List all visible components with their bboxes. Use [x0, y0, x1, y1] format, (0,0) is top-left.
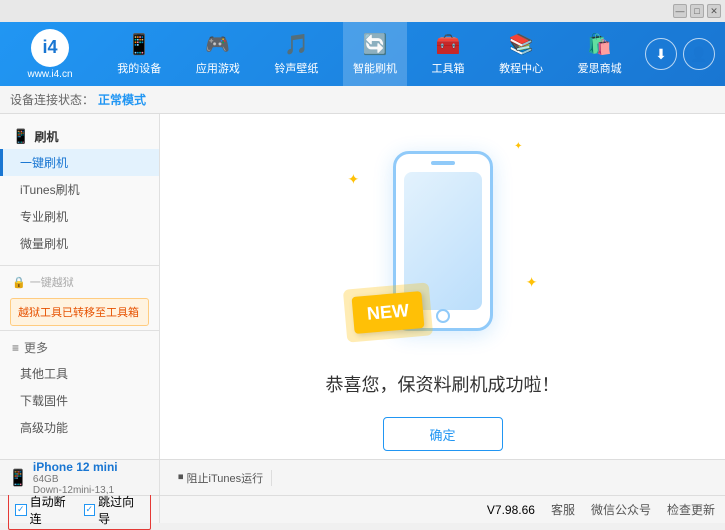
nav-label-toolbox: 工具箱	[432, 60, 465, 76]
auto-connect-checkbox[interactable]: 自动断连	[15, 493, 76, 527]
phone-speaker	[431, 161, 455, 165]
stop-itunes-btn[interactable]: ⏹ 阻止iTunes运行	[170, 470, 272, 486]
flash-icon: 📱	[12, 128, 29, 145]
auto-connect-label: 自动断连	[30, 493, 76, 527]
confirm-button[interactable]: 确定	[383, 417, 503, 451]
nav-item-shop[interactable]: 🛍️ 爱思商城	[568, 22, 632, 86]
nav-item-apps-games[interactable]: 🎮 应用游戏	[186, 22, 250, 86]
nav-item-smart-flash[interactable]: 🔄 智能刷机	[343, 22, 407, 86]
nav-label-shop: 爱思商城	[578, 60, 622, 76]
nav-icon-shop: 🛍️	[587, 32, 612, 57]
sidebar-warning-box: 越狱工具已转移至工具箱	[10, 298, 149, 326]
new-badge: NEW	[351, 291, 424, 334]
nav-icon-my-device: 📱	[127, 32, 152, 57]
status-label: 设备连接状态：	[10, 91, 94, 108]
lock-icon: 🔒	[12, 276, 26, 289]
sparkle-icon-1: ✦	[348, 171, 360, 188]
status-bar: 设备连接状态： 正常模式	[0, 86, 725, 114]
maximize-btn[interactable]: □	[690, 4, 704, 18]
skip-wizard-label: 跳过向导	[98, 493, 144, 527]
sidebar-item-download-fw[interactable]: 下载固件	[0, 387, 159, 414]
sidebar-item-other-tools[interactable]: 其他工具	[0, 360, 159, 387]
sidebar-flash-header: 📱 刷机	[0, 124, 159, 149]
main-area: 📱 刷机 一键刷机 iTunes刷机 专业刷机 微量刷机 🔒 一键越狱 越狱工具…	[0, 114, 725, 495]
device-strip: 📱 iPhone 12 mini 64GB Down-12mini-13,1 ⏹…	[0, 459, 725, 495]
auto-connect-check-icon	[15, 504, 27, 516]
skip-wizard-check-icon	[84, 504, 96, 516]
nav-icon-apps-games: 🎮	[205, 32, 230, 57]
download-btn[interactable]: ⬇	[645, 38, 677, 70]
user-btn[interactable]: 👤	[683, 38, 715, 70]
content-area: NEW ✦ ✦ ✦ 恭喜您，保资料刷机成功啦！ 确定 返回日志	[160, 114, 725, 495]
nav-icon-toolbox: 🧰	[436, 32, 461, 57]
nav-icon-ringtones: 🎵	[284, 32, 309, 57]
more-icon: ≡	[12, 341, 19, 355]
checkbox-group: 自动断连 跳过向导	[8, 490, 151, 530]
device-storage: 64GB	[33, 474, 118, 485]
check-update-link[interactable]: 检查更新	[667, 501, 715, 518]
nav-bar: 📱 我的设备 🎮 应用游戏 🎵 铃声壁纸 🔄 智能刷机 🧰 工具箱 📚 教程中心…	[100, 22, 639, 86]
logo-url: www.i4.cn	[27, 69, 72, 80]
logo-icon: i4	[31, 29, 69, 67]
stop-itunes-area: ⏹ 阻止iTunes运行	[160, 460, 725, 495]
illustration-area: NEW ✦ ✦ ✦	[343, 131, 543, 371]
header: i4 www.i4.cn 📱 我的设备 🎮 应用游戏 🎵 铃声壁纸 🔄 智能刷机…	[0, 22, 725, 86]
sidebar: 📱 刷机 一键刷机 iTunes刷机 专业刷机 微量刷机 🔒 一键越狱 越狱工具…	[0, 114, 160, 495]
nav-label-ringtones: 铃声壁纸	[274, 60, 318, 76]
sidebar-flash-label: 刷机	[34, 128, 58, 145]
close-btn[interactable]: ✕	[707, 4, 721, 18]
version-text: V7.98.66	[487, 503, 535, 517]
device-phone-icon: 📱	[8, 468, 28, 488]
nav-label-tutorial: 教程中心	[499, 60, 543, 76]
sidebar-divider-1	[0, 265, 159, 266]
skip-wizard-checkbox[interactable]: 跳过向导	[84, 493, 145, 527]
nav-item-ringtones[interactable]: 🎵 铃声壁纸	[264, 22, 328, 86]
sidebar-item-advanced[interactable]: 高级功能	[0, 414, 159, 441]
sidebar-flash-section: 📱 刷机 一键刷机 iTunes刷机 专业刷机 微量刷机	[0, 120, 159, 261]
nav-label-my-device: 我的设备	[117, 60, 161, 76]
minimize-btn[interactable]: —	[673, 4, 687, 18]
logo-area[interactable]: i4 www.i4.cn	[0, 22, 100, 86]
header-right: ⬇ 👤	[639, 38, 725, 70]
device-model: Down-12mini-13,1	[33, 485, 118, 496]
status-value: 正常模式	[98, 91, 146, 108]
nav-icon-smart-flash: 🔄	[363, 32, 388, 57]
device-info-area: 📱 iPhone 12 mini 64GB Down-12mini-13,1	[0, 460, 160, 495]
phone-home-btn	[436, 309, 450, 323]
sidebar-item-one-click-flash[interactable]: 一键刷机	[0, 149, 159, 176]
nav-item-tutorial[interactable]: 📚 教程中心	[489, 22, 553, 86]
success-text: 恭喜您，保资料刷机成功啦！	[326, 371, 560, 397]
sidebar-item-pro-flash[interactable]: 专业刷机	[0, 203, 159, 230]
stop-icon: ⏹	[178, 471, 184, 484]
bottom-bar: 自动断连 跳过向导 V7.98.66 客服 微信公众号 检查更新	[0, 495, 725, 523]
sidebar-divider-2	[0, 330, 159, 331]
sidebar-jailbreak-section: 🔒 一键越狱	[0, 270, 159, 294]
sidebar-item-itunes-flash[interactable]: iTunes刷机	[0, 176, 159, 203]
bottom-sidebar-part: 自动断连 跳过向导	[0, 496, 160, 523]
customer-service-link[interactable]: 客服	[551, 501, 575, 518]
nav-item-my-device[interactable]: 📱 我的设备	[107, 22, 171, 86]
nav-item-toolbox[interactable]: 🧰 工具箱	[422, 22, 475, 86]
sidebar-item-backup-flash[interactable]: 微量刷机	[0, 230, 159, 257]
bottom-main-part: V7.98.66 客服 微信公众号 检查更新	[160, 496, 725, 523]
device-details: iPhone 12 mini 64GB Down-12mini-13,1	[33, 460, 118, 496]
nav-icon-tutorial: 📚	[509, 32, 534, 57]
nav-label-smart-flash: 智能刷机	[353, 60, 397, 76]
nav-label-apps-games: 应用游戏	[196, 60, 240, 76]
sparkle-icon-3: ✦	[526, 274, 538, 291]
title-bar: — □ ✕	[0, 0, 725, 22]
wechat-link[interactable]: 微信公众号	[591, 501, 651, 518]
sidebar-more-header: ≡ 更多	[0, 335, 159, 360]
phone-illustration: NEW ✦ ✦ ✦	[343, 131, 543, 351]
sparkle-icon-2: ✦	[514, 141, 522, 152]
device-name: iPhone 12 mini	[33, 460, 118, 474]
